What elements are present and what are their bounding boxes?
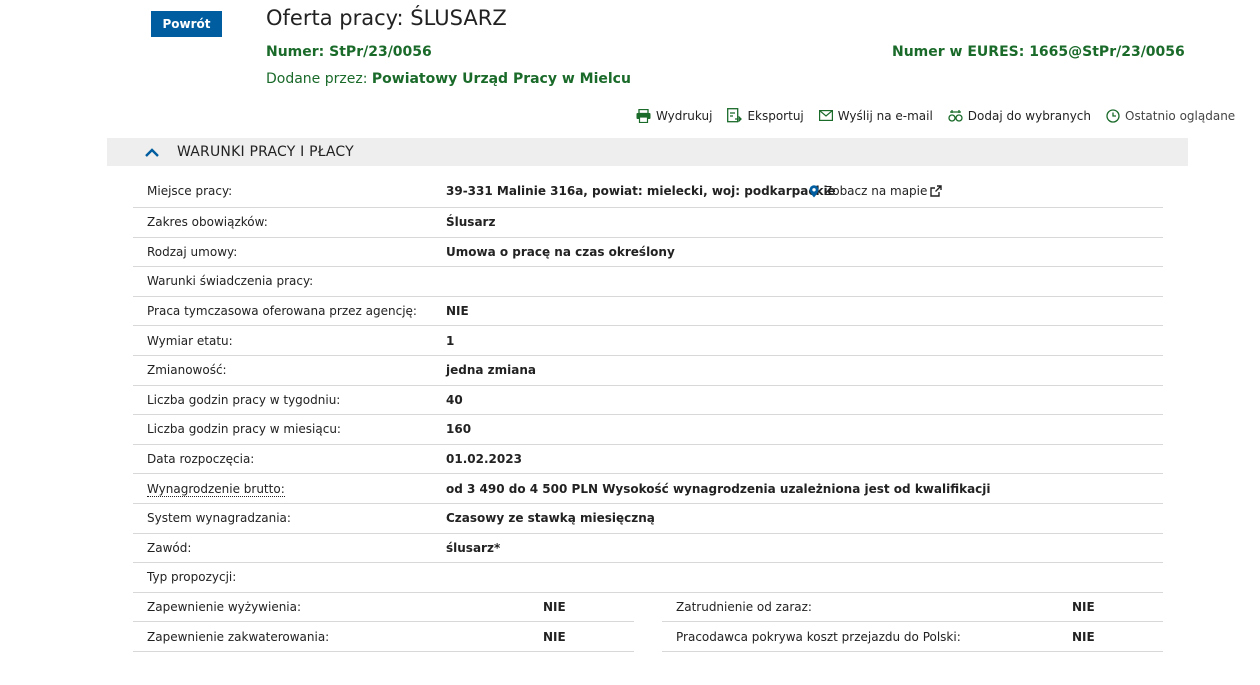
row-label: Zmianowość: — [147, 363, 227, 378]
row-value: NIE — [543, 600, 566, 615]
favorites-label: Dodaj do wybranych — [967, 108, 1092, 123]
map-link[interactable]: Zobacz na mapie — [809, 184, 947, 198]
row-label: Zakres obowiązków: — [147, 215, 268, 230]
recently-viewed-label: Ostatnio oglądane — [1125, 108, 1236, 123]
favorites-action[interactable]: Dodaj do wybranych — [948, 108, 1091, 123]
printer-icon — [636, 108, 651, 123]
row-value: NIE — [1072, 629, 1095, 644]
row-value: NIE — [543, 629, 566, 644]
table-row: Zatrudnienie od zaraz: NIE — [662, 593, 1163, 623]
section-header[interactable]: WARUNKI PRACY I PŁACY — [107, 138, 1188, 166]
row-label: Zawód: — [147, 540, 192, 555]
row-value: 01.02.2023 — [446, 452, 522, 467]
row-value: jedna zmiana — [446, 363, 536, 378]
row-value: 160 — [446, 422, 472, 437]
row-value: NIE — [1072, 600, 1095, 615]
row-value: 1 — [446, 333, 455, 348]
eures-number-label: Numer w EURES: — [892, 44, 1025, 60]
added-by: Dodane przez: Powiatowy Urząd Pracy w Mi… — [266, 71, 631, 87]
salary-label-text: Wynagrodzenie brutto: — [147, 481, 285, 497]
email-label: Wyślij na e-mail — [837, 108, 933, 123]
row-label: System wynagradzania: — [147, 511, 291, 526]
table-row: Zakres obowiązków: Ślusarz — [133, 208, 1163, 238]
row-label: Pracodawca pokrywa koszt przejazdu do Po… — [676, 629, 961, 644]
table-row: Zapewnienie zakwaterowania: NIE — [133, 622, 634, 653]
eures-number: Numer w EURES: 1665@StPr/23/0056 — [892, 44, 1185, 60]
print-label: Wydrukuj — [656, 108, 713, 123]
row-label: Liczba godzin pracy w tygodniu: — [147, 392, 341, 407]
print-action[interactable]: Wydrukuj — [636, 108, 712, 123]
conditions-table: Miejsce pracy: 39-331 Malinie 316a, powi… — [133, 175, 1163, 653]
row-value: od 3 490 do 4 500 PLN Wysokość wynagrodz… — [446, 481, 991, 496]
page-title: Oferta pracy: ŚLUSARZ — [266, 6, 507, 30]
row-label: Zapewnienie zakwaterowania: — [147, 629, 330, 644]
table-row: Zawód: ślusarz* — [133, 534, 1163, 564]
split-row: Zapewnienie wyżywienia: NIE Zatrudnienie… — [133, 593, 1163, 623]
row-value: Ślusarz — [446, 215, 496, 230]
row-label: Zapewnienie wyżywienia: — [147, 600, 302, 615]
external-link-icon — [930, 185, 943, 197]
added-by-label: Dodane przez: — [266, 71, 368, 87]
table-row: Typ propozycji: — [133, 563, 1163, 593]
recently-viewed-action[interactable]: Ostatnio oglądane — [1106, 108, 1235, 123]
favorites-icon — [948, 110, 963, 122]
row-value: 40 — [446, 392, 463, 407]
table-row: Liczba godzin pracy w tygodniu: 40 — [133, 386, 1163, 416]
offer-number-label: Numer: — [266, 44, 325, 60]
row-label: Miejsce pracy: — [147, 184, 233, 198]
row-value: NIE — [446, 304, 469, 319]
split-row: Zapewnienie zakwaterowania: NIE Pracodaw… — [133, 622, 1163, 653]
table-row: Praca tymczasowa oferowana przez agencję… — [133, 297, 1163, 327]
envelope-icon — [818, 110, 833, 121]
row-label: Praca tymczasowa oferowana przez agencję… — [147, 304, 417, 319]
row-label: Rodzaj umowy: — [147, 244, 238, 259]
row-value: 39-331 Malinie 316a, powiat: mielecki, w… — [446, 184, 836, 198]
row-label: Data rozpoczęcia: — [147, 452, 255, 467]
map-link-label: Zobacz na mapie — [824, 184, 928, 198]
export-label: Eksportuj — [747, 108, 804, 123]
table-row: Data rozpoczęcia: 01.02.2023 — [133, 445, 1163, 475]
table-row: Zmianowość: jedna zmiana — [133, 356, 1163, 386]
row-label: Typ propozycji: — [147, 570, 237, 585]
chevron-up-icon — [145, 147, 159, 157]
salary-label[interactable]: Wynagrodzenie brutto: — [133, 481, 446, 497]
table-row: Wynagrodzenie brutto: od 3 490 do 4 500 … — [133, 474, 1163, 504]
table-row: Miejsce pracy: 39-331 Malinie 316a, powi… — [133, 175, 1163, 208]
offer-number-value: StPr/23/0056 — [329, 44, 432, 60]
offer-number: Numer: StPr/23/0056 — [266, 44, 432, 60]
table-row: Zapewnienie wyżywienia: NIE — [133, 593, 634, 623]
table-row: Pracodawca pokrywa koszt przejazdu do Po… — [662, 622, 1163, 653]
table-row: Rodzaj umowy: Umowa o pracę na czas okre… — [133, 238, 1163, 268]
export-icon — [727, 108, 743, 123]
eures-number-value: 1665@StPr/23/0056 — [1029, 44, 1185, 60]
row-label: Warunki świadczenia pracy: — [147, 274, 314, 289]
table-row: Wymiar etatu: 1 — [133, 326, 1163, 356]
row-value: ślusarz* — [446, 540, 501, 555]
row-label: Zatrudnienie od zaraz: — [676, 600, 812, 615]
table-row: Liczba godzin pracy w miesiącu: 160 — [133, 415, 1163, 445]
table-row: System wynagradzania: Czasowy ze stawką … — [133, 504, 1163, 534]
table-row: Warunki świadczenia pracy: — [133, 267, 1163, 297]
row-value: Czasowy ze stawką miesięczną — [446, 511, 655, 526]
row-value: Umowa o pracę na czas określony — [446, 244, 675, 259]
action-toolbar: Wydrukuj Eksportuj Wyślij na e-mail Doda… — [636, 108, 1235, 123]
email-action[interactable]: Wyślij na e-mail — [818, 108, 933, 123]
map-pin-icon — [809, 184, 819, 197]
row-label: Liczba godzin pracy w miesiącu: — [147, 422, 341, 437]
row-label: Wymiar etatu: — [147, 333, 233, 348]
back-button[interactable]: Powrót — [151, 11, 222, 37]
added-by-value: Powiatowy Urząd Pracy w Mielcu — [371, 71, 631, 87]
section-title: WARUNKI PRACY I PŁACY — [177, 144, 354, 160]
export-action[interactable]: Eksportuj — [727, 108, 804, 123]
clock-icon — [1106, 108, 1120, 123]
